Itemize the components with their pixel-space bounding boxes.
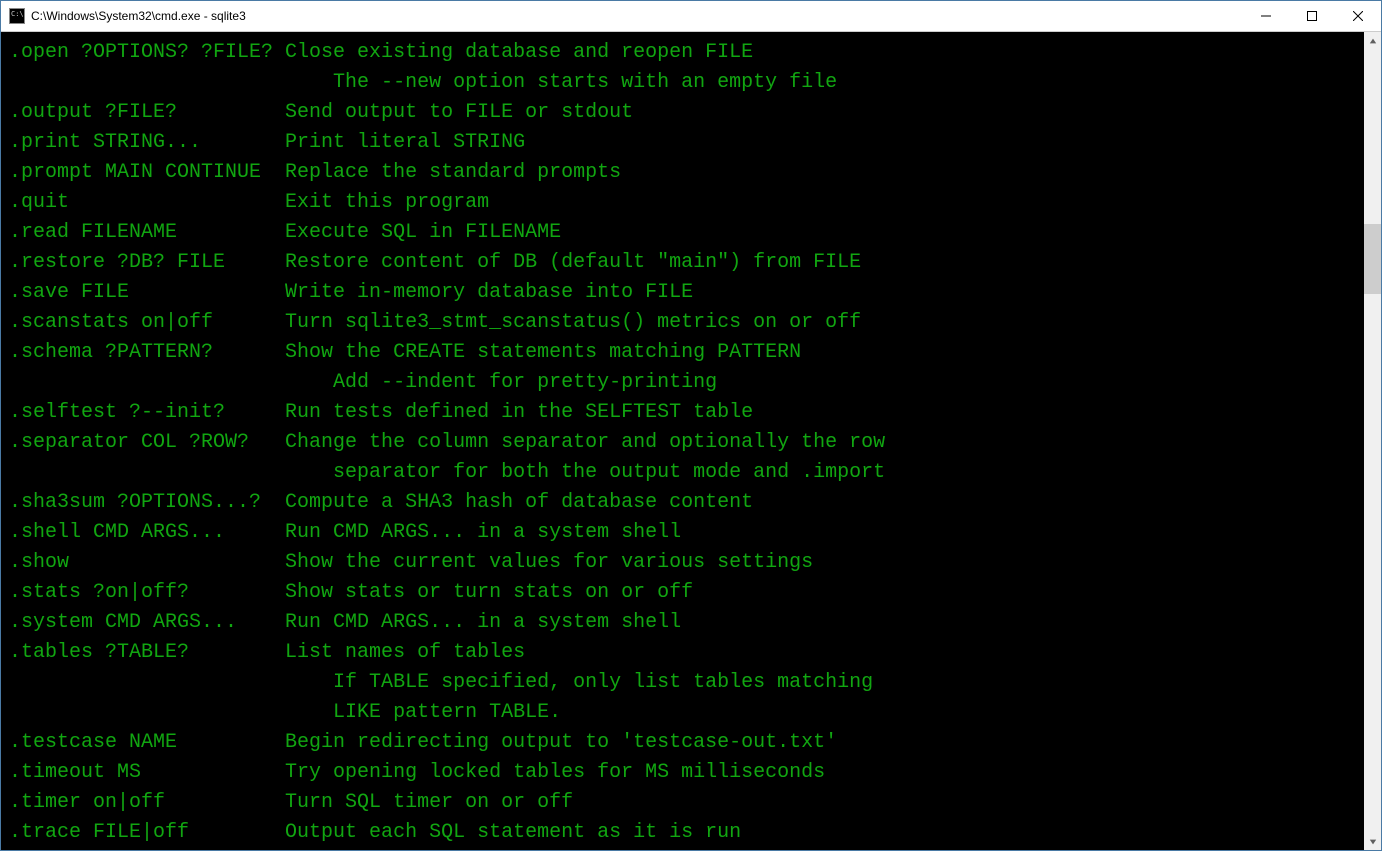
scroll-track[interactable] (1364, 49, 1381, 833)
maximize-button[interactable] (1289, 1, 1335, 31)
minimize-button[interactable] (1243, 1, 1289, 31)
scroll-down-button[interactable] (1364, 833, 1381, 850)
window-title: C:\Windows\System32\cmd.exe - sqlite3 (31, 9, 1243, 23)
terminal-output[interactable]: .open ?OPTIONS? ?FILE? Close existing da… (1, 32, 1364, 850)
window-controls (1243, 1, 1381, 31)
cmd-icon (9, 8, 25, 24)
client-area: .open ?OPTIONS? ?FILE? Close existing da… (1, 32, 1381, 850)
scroll-thumb[interactable] (1364, 224, 1381, 294)
close-button[interactable] (1335, 1, 1381, 31)
scroll-up-button[interactable] (1364, 32, 1381, 49)
titlebar[interactable]: C:\Windows\System32\cmd.exe - sqlite3 (1, 1, 1381, 32)
cmd-window: C:\Windows\System32\cmd.exe - sqlite3 .o… (0, 0, 1382, 851)
scrollbar[interactable] (1364, 32, 1381, 850)
